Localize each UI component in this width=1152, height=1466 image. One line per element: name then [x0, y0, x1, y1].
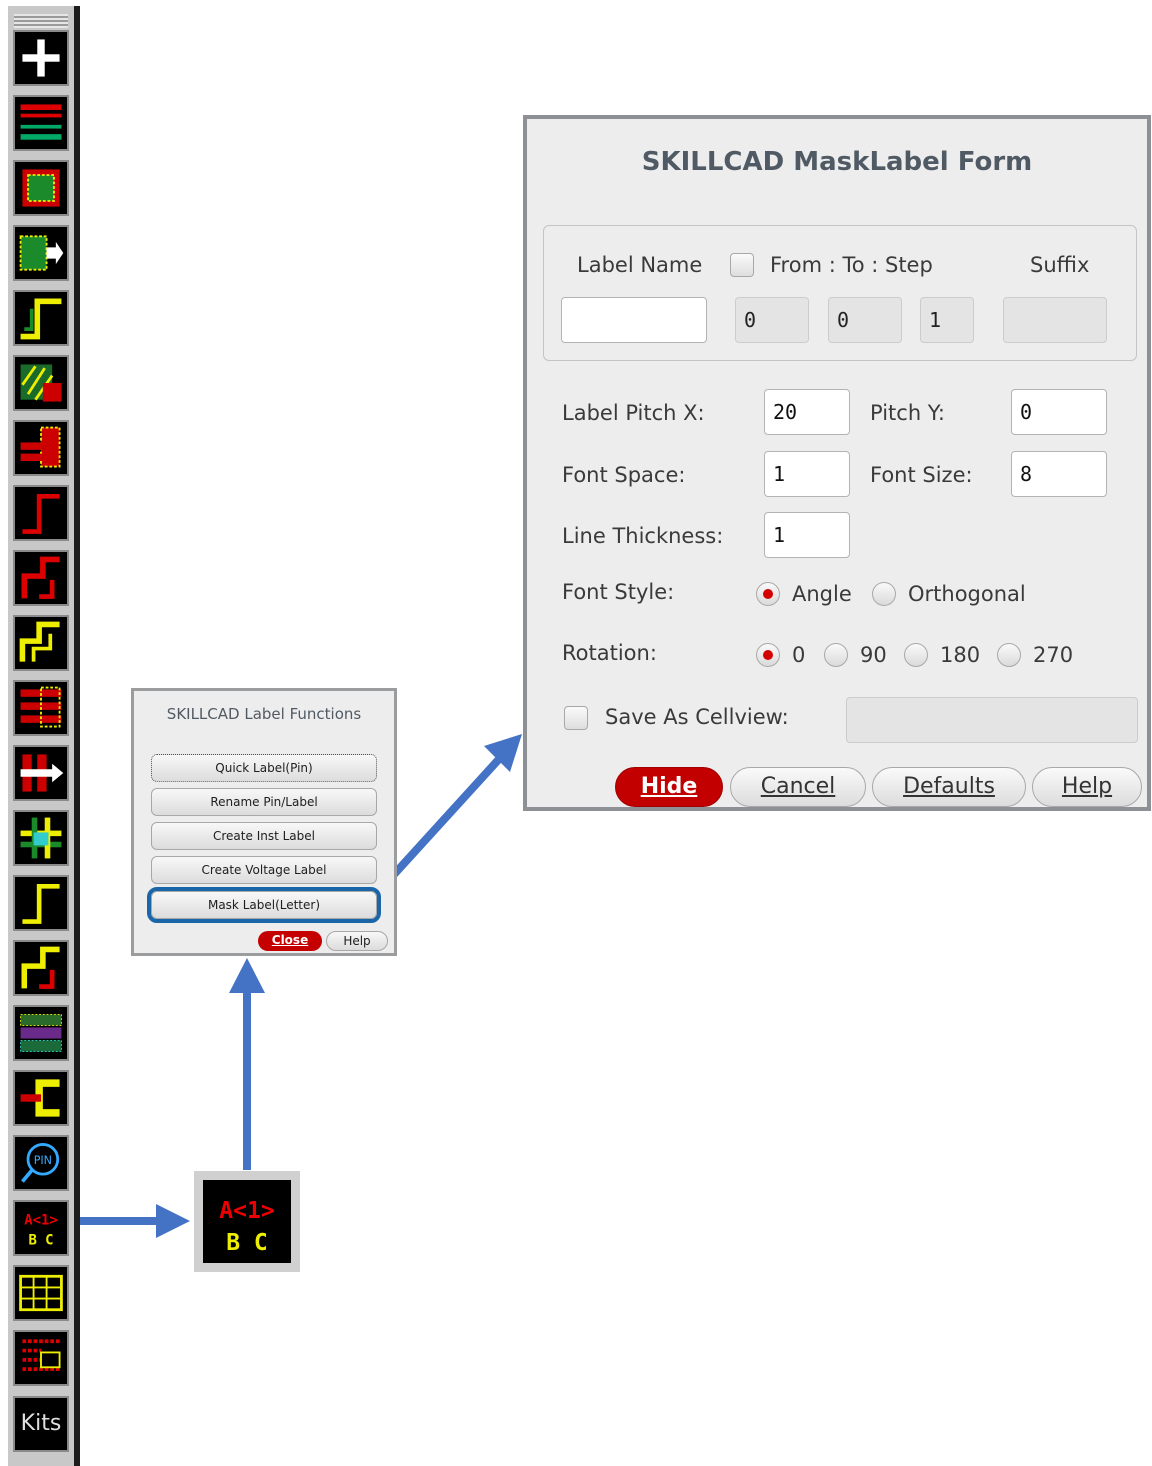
- mask-label-letter-button[interactable]: Mask Label(Letter): [147, 887, 381, 923]
- font-style-angle-radio[interactable]: [756, 582, 780, 606]
- rename-pin-label-button[interactable]: Rename Pin/Label: [151, 788, 377, 816]
- step-path-icon[interactable]: [13, 290, 69, 346]
- font-style-label: Font Style:: [562, 580, 675, 604]
- svg-text:PIN: PIN: [34, 1154, 52, 1167]
- step-line-2-icon[interactable]: [13, 875, 69, 931]
- help-button[interactable]: Help: [1032, 767, 1142, 807]
- suffix-input[interactable]: [1003, 297, 1107, 343]
- grid-block-icon[interactable]: [13, 1265, 69, 1321]
- line-thickness-input[interactable]: 1: [764, 512, 850, 558]
- pitch-y-input[interactable]: 0: [1011, 389, 1107, 435]
- font-style-angle-label: Angle: [792, 582, 852, 606]
- cancel-button[interactable]: Cancel: [730, 767, 866, 807]
- font-size-label: Font Size:: [870, 463, 973, 487]
- range-label: From : To : Step: [770, 253, 933, 277]
- step-line-icon[interactable]: [13, 485, 69, 541]
- hatch-shape-icon[interactable]: [13, 355, 69, 411]
- zigzag-double-icon[interactable]: [13, 615, 69, 671]
- rotation-270-radio[interactable]: [997, 643, 1021, 667]
- save-cellview-label: Save As Cellview:: [605, 705, 789, 729]
- hide-button[interactable]: Hide: [615, 767, 723, 807]
- pitch-x-input[interactable]: 20: [764, 389, 850, 435]
- label-functions-dialog: SKILLCAD Label Functions Quick Label(Pin…: [131, 688, 397, 956]
- kits-button[interactable]: Kits: [13, 1396, 69, 1452]
- defaults-button[interactable]: Defaults: [872, 767, 1026, 807]
- dialog-title: SKILLCAD MaskLabel Form: [641, 147, 1033, 177]
- label-icon-zoom: A<1> B C: [194, 1171, 300, 1272]
- font-space-label: Font Space:: [562, 463, 686, 487]
- move-shape-icon[interactable]: [13, 225, 69, 281]
- create-inst-label-button[interactable]: Create Inst Label: [151, 822, 377, 850]
- plus-icon[interactable]: [13, 30, 69, 86]
- stack-shape-icon[interactable]: [13, 420, 69, 476]
- svg-text:B C: B C: [28, 1233, 53, 1249]
- range-checkbox[interactable]: [730, 253, 754, 277]
- fill-square-icon[interactable]: [13, 160, 69, 216]
- layers-lines-icon[interactable]: [13, 95, 69, 151]
- step-input[interactable]: 1: [920, 297, 974, 343]
- defaults-button-label: Defaults: [903, 774, 995, 799]
- bars-icon[interactable]: [13, 680, 69, 736]
- pin-search-icon[interactable]: PIN: [13, 1135, 69, 1191]
- pattern-block-icon[interactable]: [13, 1005, 69, 1061]
- pitch-x-label: Label Pitch X:: [562, 401, 705, 425]
- font-size-input[interactable]: 8: [1011, 451, 1107, 497]
- layout-toolbar: PIN A<1> B C Kits: [8, 6, 80, 1466]
- dot-grid-icon[interactable]: [13, 1330, 69, 1386]
- help-button[interactable]: Help: [326, 931, 388, 951]
- pitch-y-label: Pitch Y:: [870, 401, 945, 425]
- font-style-orthogonal-radio[interactable]: [872, 582, 896, 606]
- zoom-icon-line1: A<1>: [219, 1198, 274, 1224]
- help-button-label: Help: [1061, 774, 1113, 799]
- to-input[interactable]: 0: [828, 297, 902, 343]
- from-input[interactable]: 0: [735, 297, 809, 343]
- label-name-label: Label Name: [577, 253, 703, 277]
- svg-text:A<1>: A<1>: [24, 1212, 58, 1228]
- zigzag-red-icon[interactable]: [13, 550, 69, 606]
- rotation-90-radio[interactable]: [824, 643, 848, 667]
- rotation-180-radio[interactable]: [904, 643, 928, 667]
- line-thickness-label: Line Thickness:: [562, 524, 724, 548]
- hide-button-label: Hide: [640, 774, 698, 799]
- save-cellview-checkbox[interactable]: [564, 706, 588, 730]
- toolbar-grip[interactable]: [14, 14, 68, 28]
- label-name-input[interactable]: [561, 297, 707, 343]
- font-style-orthogonal-label: Orthogonal: [908, 582, 1026, 606]
- rotation-90-label: 90: [860, 643, 887, 667]
- rotation-0-label: 0: [792, 643, 806, 667]
- cancel-button-label: Cancel: [760, 774, 836, 799]
- rotation-270-label: 270: [1033, 643, 1074, 667]
- rotation-label: Rotation:: [562, 641, 657, 665]
- split-arrow-icon[interactable]: [13, 745, 69, 801]
- font-space-input[interactable]: 1: [764, 451, 850, 497]
- zoom-icon-line2: B C: [226, 1230, 268, 1256]
- mask-label-form-dialog: SKILLCAD MaskLabel Form Label Name From …: [523, 115, 1151, 811]
- label-abc-icon[interactable]: A<1> B C: [13, 1200, 69, 1256]
- close-button[interactable]: Close: [258, 931, 322, 951]
- rotation-0-radio[interactable]: [756, 643, 780, 667]
- suffix-label: Suffix: [1030, 253, 1090, 277]
- bracket-icon[interactable]: [13, 1070, 69, 1126]
- save-cellview-input[interactable]: [846, 697, 1138, 743]
- rotation-180-label: 180: [940, 643, 981, 667]
- cross-grid-icon[interactable]: [13, 810, 69, 866]
- quick-label-pin-button[interactable]: Quick Label(Pin): [151, 754, 377, 782]
- zigzag-red-2-icon[interactable]: [13, 940, 69, 996]
- create-voltage-label-button[interactable]: Create Voltage Label: [151, 856, 377, 884]
- dialog-title: SKILLCAD Label Functions: [166, 705, 362, 723]
